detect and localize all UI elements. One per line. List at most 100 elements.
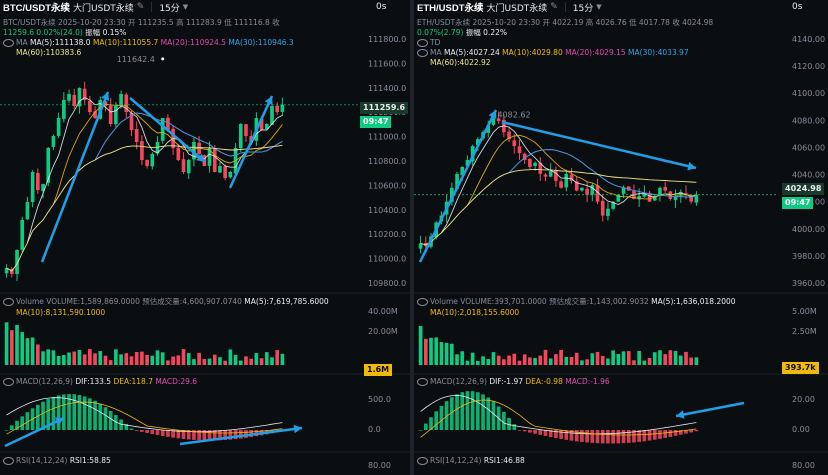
candle-body [72, 94, 77, 106]
macd-axis-label: 0.00 [792, 425, 810, 434]
eye-icon[interactable] [3, 298, 14, 306]
btc-chart-canvas[interactable]: 111800.0111600.0111400.0111200.0111000.0… [0, 0, 410, 475]
volume-bar [249, 358, 253, 365]
candle-body [564, 173, 569, 188]
volume-bar [684, 351, 688, 365]
btc-volume-ma10: MA(10):8,131,590.1000 [16, 308, 106, 317]
macd-trend-arrow [675, 401, 745, 418]
price-axis-label: 4100.00 [792, 89, 825, 98]
macd-bar [652, 430, 657, 440]
macd-bar [418, 430, 423, 431]
volume-bar [155, 350, 160, 365]
eye-icon[interactable] [3, 457, 14, 465]
macd-bar [533, 430, 537, 434]
price-axis-label: 3960.00 [792, 279, 825, 288]
macd-bar [491, 401, 496, 430]
macd-bar [140, 430, 144, 432]
volume-bar [181, 349, 186, 365]
volume-bar [559, 349, 563, 365]
macd-axis-label: 500.0 [368, 395, 391, 404]
eth-chart-pane[interactable]: ETH/USDT永续 大门USDT永续 ✎ 15分 ▼ 0s ETH/USDT永… [414, 0, 828, 475]
volume-axis-label: 2.50M [792, 327, 817, 336]
price-axis-label: 110600.0 [368, 181, 406, 190]
price-axis-label: 4080.00 [792, 116, 825, 125]
macd-bar [455, 394, 459, 430]
volume-bar [642, 360, 647, 365]
macd-bar [434, 411, 439, 430]
volume-bar [140, 351, 144, 365]
macd-bar [51, 396, 56, 430]
volume-bar [486, 358, 491, 365]
eth-volume-ma10: MA(10):2,018,155.6000 [430, 308, 520, 317]
btc-chart-pane[interactable]: BTC/USDT永续 大门USDT永续 ✎ 15分 ▼ 0s BTC/USDT永… [0, 0, 410, 475]
volume-bar [9, 330, 14, 365]
volume-bar [114, 349, 118, 365]
macd-bar [658, 430, 662, 439]
macd-bar [134, 430, 139, 431]
volume-bar [212, 354, 217, 365]
volume-bar [678, 355, 683, 365]
volume-bar [20, 332, 25, 365]
macd-axis-label: 20.00 [792, 395, 815, 404]
volume-bar [522, 354, 527, 365]
macd-bar [647, 430, 652, 441]
eth-chart-canvas[interactable]: 4140.00 4120.00 4100.00 4080.00 4060.00 4040.… [414, 0, 828, 475]
volume-bar [434, 337, 439, 365]
volume-bar [202, 358, 207, 365]
candle-body [600, 200, 605, 216]
price-axis-label: 109800.0 [368, 279, 406, 288]
volume-bar [616, 353, 621, 365]
eye-icon[interactable] [3, 378, 14, 386]
volume-bar [56, 356, 61, 365]
volume-bar [543, 349, 548, 365]
volume-bar [207, 358, 212, 365]
macd-bar [595, 430, 600, 444]
volume-bar [233, 354, 238, 365]
macd-bar [616, 430, 621, 444]
candle-body [223, 166, 227, 178]
candle-body [134, 129, 139, 142]
price-axis-label: 111400.0 [368, 84, 406, 93]
volume-bar [595, 351, 600, 365]
macd-bar [62, 394, 66, 430]
candle-body [228, 172, 233, 178]
volume-bar [15, 325, 19, 365]
price-axis-label: 4040.00 [792, 171, 825, 180]
volume-bar [517, 360, 522, 365]
candle-body [46, 148, 51, 183]
price-axis-label: 111800.0 [368, 35, 406, 44]
macd-bar [580, 430, 584, 442]
eth-macd-line: MACD(12,26,9) DIF:-1.97 DEA:-0.98 MACD:-… [417, 377, 610, 386]
trend-arrow [228, 95, 274, 189]
candle-body [606, 208, 610, 216]
candle-body [533, 162, 537, 167]
volume-bar [600, 355, 605, 365]
volume-bar [512, 353, 517, 365]
volume-bar [228, 349, 233, 365]
candle-body [30, 172, 35, 203]
volume-bar [496, 355, 501, 365]
volume-bar [569, 357, 574, 365]
eye-icon[interactable] [417, 457, 428, 465]
trend-arrowhead [687, 161, 696, 171]
macd-bar [585, 430, 589, 443]
volume-bar [119, 354, 123, 365]
macd-bar [93, 400, 97, 430]
volume-bar [259, 358, 264, 365]
btc-last-price-tag: 111259.6 [360, 102, 409, 114]
candle-body [145, 159, 149, 166]
macd-bar [476, 392, 480, 430]
macd-bar [663, 430, 667, 438]
rsi-axis-label: 80.00 [792, 461, 815, 470]
candle-body [140, 141, 144, 160]
eth-countdown-tag: 09:47 [782, 197, 814, 209]
volume-bar [429, 337, 433, 365]
volume-bar [533, 358, 537, 365]
volume-bar [218, 357, 222, 365]
eye-icon[interactable] [417, 298, 428, 306]
candle-body [218, 166, 222, 173]
eye-icon[interactable] [417, 378, 428, 386]
volume-bar [439, 342, 444, 365]
macd-bar [611, 430, 615, 444]
volume-bar [554, 354, 558, 365]
